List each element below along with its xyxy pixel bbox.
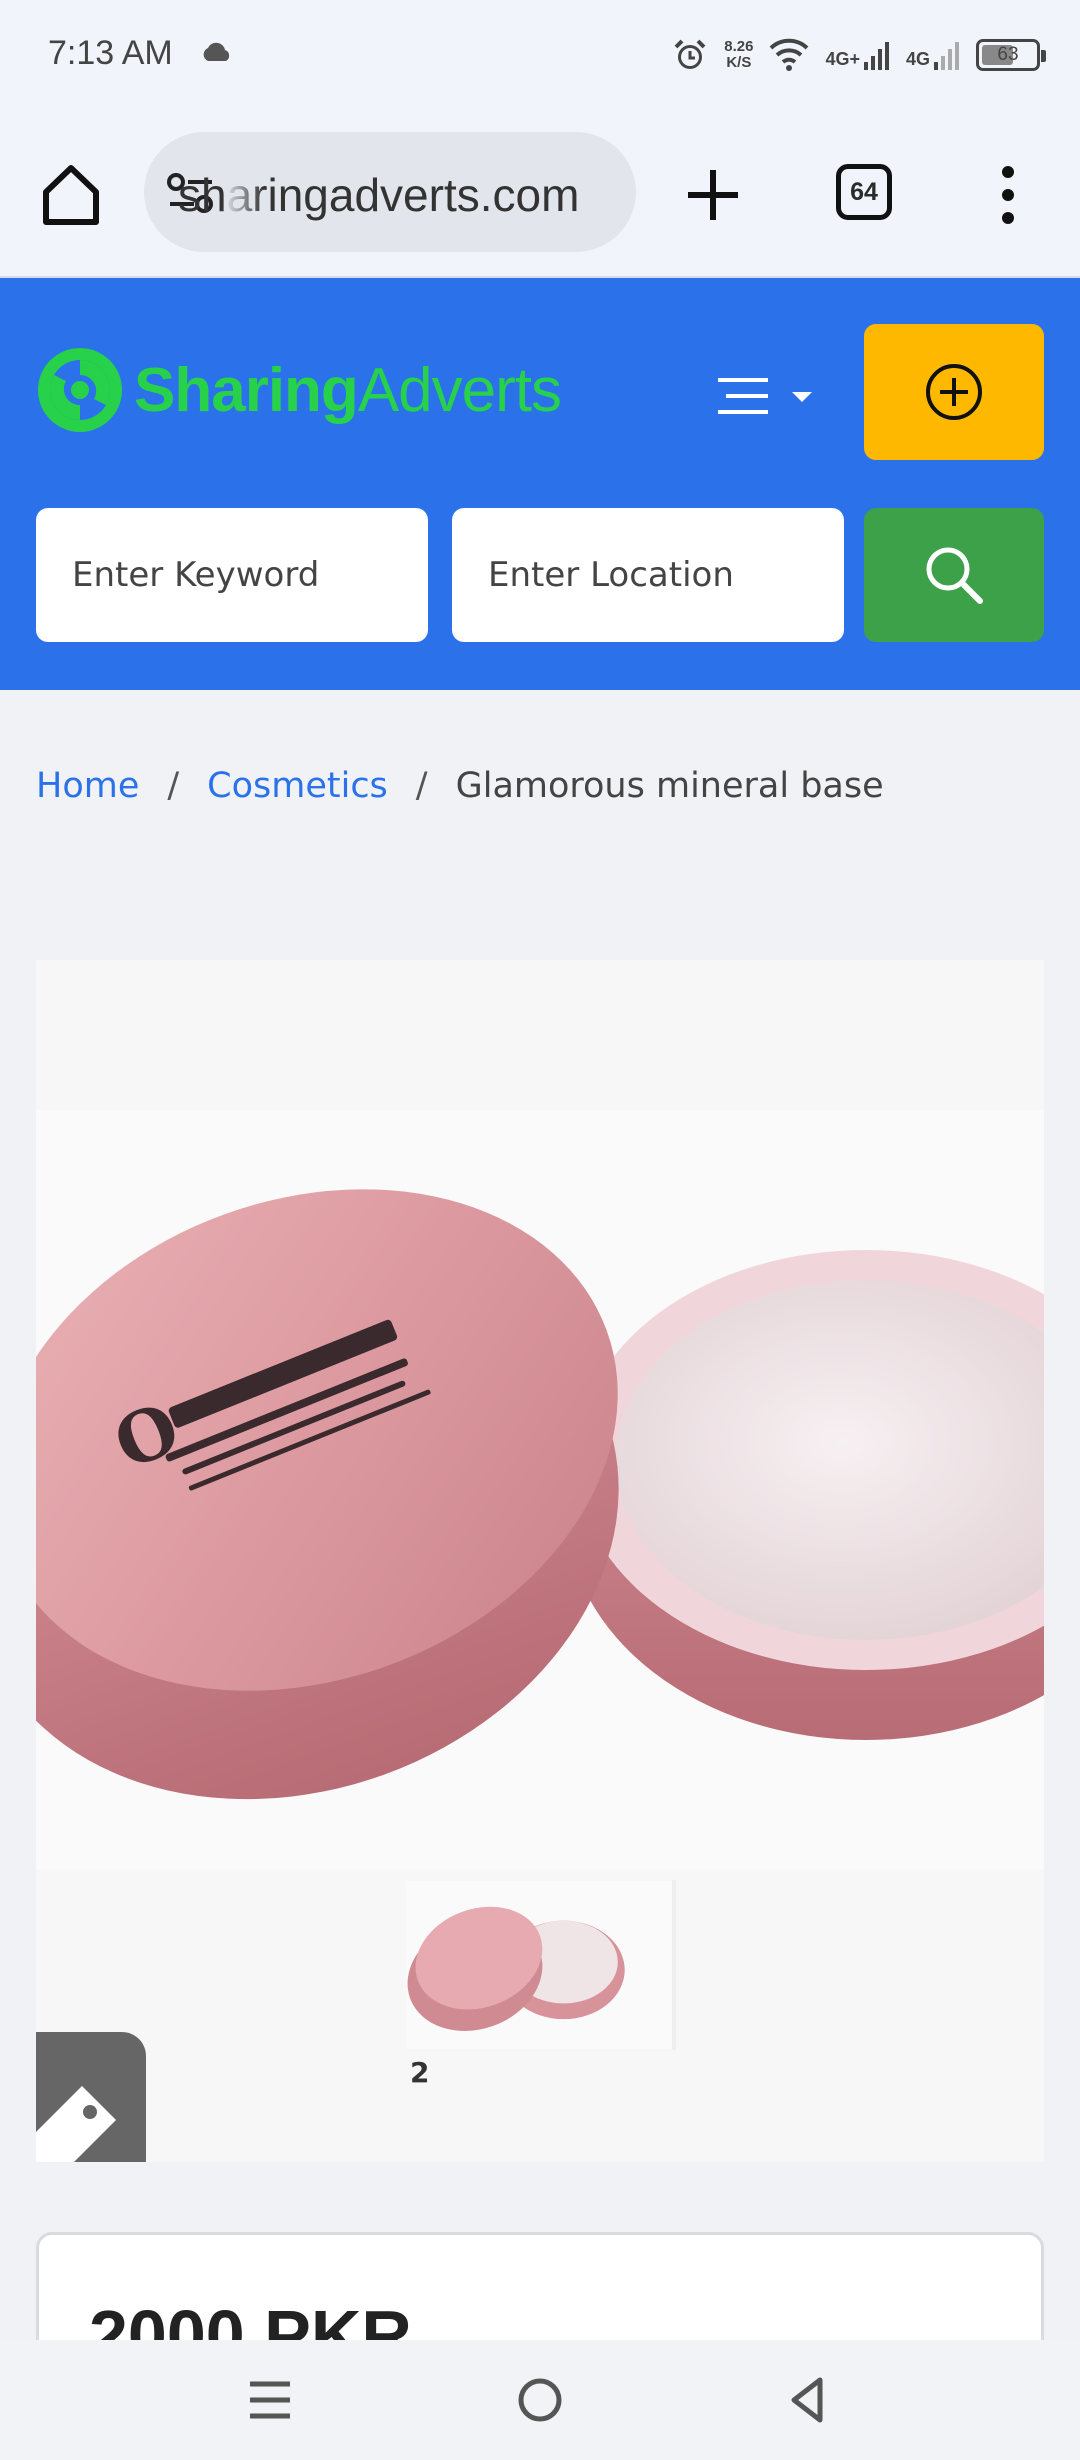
site-header: SharingAdverts Enter Keyword Enter Locat… bbox=[0, 278, 1080, 690]
site-logo[interactable]: SharingAdverts bbox=[36, 330, 562, 450]
tab-switcher-button[interactable]: 64 bbox=[836, 164, 892, 220]
tag-icon bbox=[36, 2086, 116, 2162]
product-gallery: O 2 bbox=[36, 960, 1044, 2162]
url-fade bbox=[224, 132, 264, 252]
address-bar[interactable]: sharingadverts.com bbox=[144, 132, 636, 252]
breadcrumb-category[interactable]: Cosmetics bbox=[207, 766, 388, 806]
logo-icon bbox=[38, 348, 122, 432]
thumbnail-index: 2 bbox=[410, 2056, 430, 2089]
breadcrumb-home[interactable]: Home bbox=[36, 766, 139, 806]
tag-badge[interactable] bbox=[36, 2032, 146, 2162]
more-vert-icon[interactable] bbox=[990, 162, 1026, 228]
network-type-2: 4G bbox=[905, 49, 930, 69]
plus-icon[interactable] bbox=[680, 162, 746, 228]
location-input[interactable]: Enter Location bbox=[452, 508, 844, 642]
search-icon bbox=[926, 547, 983, 604]
logo-text-bold: Sharing bbox=[134, 355, 359, 425]
hamburger-icon[interactable] bbox=[712, 368, 822, 428]
logo-text-light: Adverts bbox=[357, 355, 562, 425]
add-circle-icon bbox=[926, 364, 982, 420]
keyword-input[interactable]: Enter Keyword bbox=[36, 508, 428, 642]
breadcrumb-current: Glamorous mineral base bbox=[455, 766, 884, 806]
logo-text: SharingAdverts bbox=[134, 355, 562, 426]
signal-icon bbox=[934, 42, 959, 70]
breadcrumb: Home / Cosmetics / Glamorous mineral bas… bbox=[36, 766, 884, 806]
home-circle-icon[interactable] bbox=[510, 2370, 570, 2430]
product-thumbnail[interactable] bbox=[406, 1880, 676, 2050]
wifi-icon bbox=[770, 38, 809, 71]
recent-apps-icon[interactable] bbox=[240, 2370, 300, 2430]
home-icon[interactable] bbox=[36, 160, 106, 230]
speed-unit: K/S bbox=[726, 54, 752, 71]
back-icon[interactable] bbox=[780, 2370, 840, 2430]
breadcrumb-separator: / bbox=[167, 766, 180, 806]
battery-level: 63 bbox=[997, 44, 1019, 65]
browser-toolbar: sharingadverts.com 64 bbox=[0, 110, 1080, 278]
battery-indicator: 63 bbox=[976, 39, 1046, 71]
alarm-icon bbox=[674, 39, 706, 69]
breadcrumb-separator: / bbox=[415, 766, 428, 806]
network-type-1: 4G+ bbox=[825, 49, 860, 69]
system-navigation-bar bbox=[0, 2340, 1080, 2460]
signal-icon bbox=[863, 42, 889, 70]
speed-value: 8.26 bbox=[724, 38, 754, 55]
status-indicators: 8.26 K/S 4G+ 4G 63 bbox=[672, 30, 1046, 80]
status-time: 7:13 AM bbox=[48, 34, 173, 72]
post-ad-button[interactable] bbox=[864, 324, 1044, 460]
product-main-image[interactable]: O bbox=[36, 1110, 1044, 1870]
search-button[interactable] bbox=[864, 508, 1044, 642]
network-speed: 8.26 K/S bbox=[724, 39, 753, 71]
cloud-icon bbox=[203, 42, 230, 61]
status-bar: 7:13 AM 8.26 K/S 4G+ 4G 63 bbox=[0, 0, 1080, 110]
